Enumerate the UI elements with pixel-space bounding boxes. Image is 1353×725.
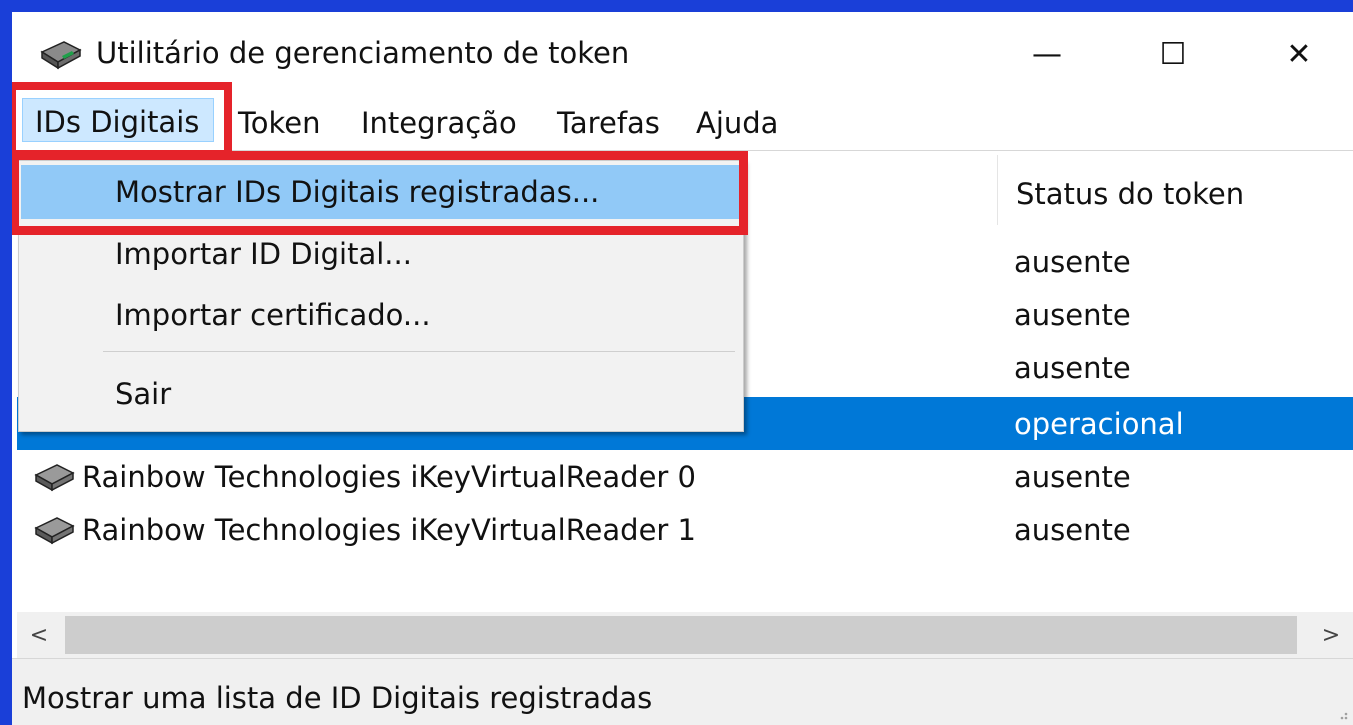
menu-item-mostrar-ids[interactable]: Mostrar IDs Digitais registradas... bbox=[21, 165, 741, 219]
window-title: Utilitário de gerenciamento de token bbox=[96, 36, 630, 70]
menu-ajuda[interactable]: Ajuda bbox=[696, 100, 778, 144]
menu-item-label: Importar certificado... bbox=[115, 298, 431, 332]
ids-digitais-dropdown: Mostrar IDs Digitais registradas... Impo… bbox=[18, 160, 744, 432]
resize-grip-icon[interactable] bbox=[1335, 707, 1349, 721]
menu-tarefas[interactable]: Tarefas bbox=[557, 100, 660, 144]
row-status: ausente bbox=[1014, 298, 1131, 332]
token-reader-icon bbox=[40, 41, 82, 70]
menu-bar: IDs Digitais Token Integração Tarefas Aj… bbox=[12, 84, 1353, 148]
menu-item-label: Sair bbox=[115, 377, 172, 411]
menu-integracao[interactable]: Integração bbox=[361, 100, 517, 144]
row-status: ausente bbox=[1014, 460, 1131, 494]
row-status: ausente bbox=[1014, 245, 1131, 279]
menu-separator bbox=[103, 351, 735, 352]
title-bar[interactable]: Utilitário de gerenciamento de token — ☐… bbox=[12, 12, 1353, 84]
row-status: ausente bbox=[1014, 513, 1131, 547]
app-window: Utilitário de gerenciamento de token — ☐… bbox=[12, 12, 1353, 725]
row-status: operacional bbox=[1014, 407, 1184, 441]
menu-item-importar-id[interactable]: Importar ID Digital... bbox=[21, 227, 741, 281]
horizontal-scrollbar[interactable]: < > bbox=[17, 612, 1353, 658]
menu-item-sair[interactable]: Sair bbox=[21, 367, 741, 421]
list-row[interactable]: Rainbow Technologies iKeyVirtualReader 0… bbox=[17, 450, 1353, 503]
menu-item-label: Importar ID Digital... bbox=[115, 237, 412, 271]
scroll-right-arrow[interactable]: > bbox=[1309, 612, 1353, 658]
row-status: ausente bbox=[1014, 351, 1131, 385]
close-button[interactable]: ✕ bbox=[1254, 28, 1344, 80]
row-name: Rainbow Technologies iKeyVirtualReader 0 bbox=[82, 460, 697, 494]
token-reader-icon bbox=[34, 464, 75, 492]
maximize-button[interactable]: ☐ bbox=[1128, 28, 1218, 80]
status-text: Mostrar uma lista de ID Digitais registr… bbox=[22, 681, 653, 715]
scroll-left-arrow[interactable]: < bbox=[17, 612, 61, 658]
scrollbar-thumb[interactable] bbox=[65, 616, 1297, 654]
column-header-status[interactable]: Status do token bbox=[997, 155, 1353, 225]
menu-ids-digitais[interactable]: IDs Digitais bbox=[22, 98, 214, 142]
menu-item-label: Mostrar IDs Digitais registradas... bbox=[115, 175, 600, 209]
status-bar: Mostrar uma lista de ID Digitais registr… bbox=[12, 658, 1353, 725]
menu-item-importar-certificado[interactable]: Importar certificado... bbox=[21, 288, 741, 342]
menu-token[interactable]: Token bbox=[238, 100, 321, 144]
list-row[interactable]: Rainbow Technologies iKeyVirtualReader 1… bbox=[17, 503, 1353, 556]
row-name: Rainbow Technologies iKeyVirtualReader 1 bbox=[82, 513, 697, 547]
token-reader-icon bbox=[34, 517, 75, 545]
minimize-button[interactable]: — bbox=[1002, 28, 1092, 80]
